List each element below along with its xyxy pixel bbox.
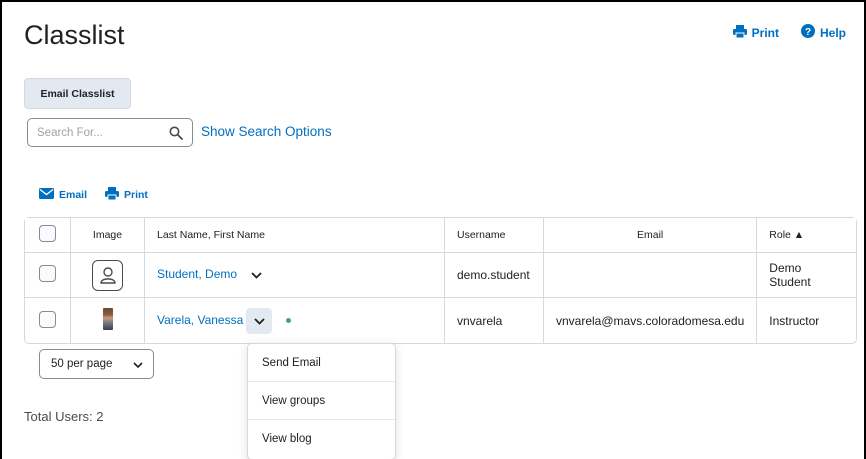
default-user-icon [92, 259, 123, 291]
chevron-down-icon [254, 314, 265, 328]
total-users: Total Users: 2 [24, 409, 104, 424]
header-name[interactable]: Last Name, First Name [145, 218, 445, 253]
row-role-cell: Instructor [769, 313, 820, 328]
classlist-table: Image Last Name, First Name Username Ema… [24, 217, 857, 344]
show-search-options-link[interactable]: Show Search Options [201, 124, 332, 139]
online-status-indicator [286, 318, 292, 323]
header-image: Image [71, 218, 145, 253]
table-row: Student, Demo demo.student Demo Student [25, 253, 856, 298]
table-row: Varela, Vanessa vnvarela vnvarela@mavs.c… [25, 298, 856, 343]
row-check-cell [25, 253, 71, 298]
print-action-button[interactable]: Print [105, 187, 148, 203]
header-email[interactable]: Email [544, 218, 758, 253]
row-name-cell: Varela, Vanessa [145, 298, 445, 343]
row-name-cell: Student, Demo [145, 253, 445, 298]
search-input[interactable] [37, 126, 167, 139]
printer-icon [105, 187, 120, 203]
email-classlist-button[interactable]: Email Classlist [24, 78, 131, 109]
row-image-cell [71, 298, 145, 343]
menu-item-view-groups[interactable]: View groups [248, 382, 395, 420]
per-page-select[interactable]: 50 per page [39, 349, 154, 379]
search-box [27, 118, 193, 147]
header-role[interactable]: Role ▲ [757, 218, 856, 253]
page-title: Classlist [24, 20, 125, 50]
user-name-link[interactable]: Student, Demo [157, 267, 237, 281]
row-checkbox[interactable] [39, 265, 56, 282]
svg-text:?: ? [805, 27, 811, 38]
table-header-row: Image Last Name, First Name Username Ema… [25, 218, 856, 253]
top-actions: Print ? Help [732, 24, 846, 41]
search-icon[interactable] [169, 126, 183, 145]
list-actions: Email Print [39, 187, 148, 203]
printer-icon [732, 24, 747, 41]
user-menu-toggle[interactable] [243, 262, 269, 288]
help-label: Help [819, 25, 846, 40]
per-page-value: 50 per page [51, 358, 113, 370]
row-username-cell: demo.student [445, 253, 544, 298]
select-all-checkbox[interactable] [39, 225, 56, 242]
row-check-cell [25, 298, 71, 343]
top-print-button[interactable]: Print [732, 24, 779, 41]
envelope-icon [39, 188, 54, 202]
row-email-cell [544, 253, 758, 298]
help-button[interactable]: ? Help [800, 24, 846, 41]
select-all-cell [25, 218, 71, 253]
header-username[interactable]: Username [445, 218, 544, 253]
row-checkbox[interactable] [39, 310, 56, 328]
help-icon: ? [800, 24, 815, 41]
row-email-cell: vnvarela@mavs.coloradomesa.edu [544, 298, 758, 343]
menu-item-send-email[interactable]: Send Email [248, 344, 395, 382]
email-action-button[interactable]: Email [39, 187, 87, 203]
user-menu-toggle[interactable] [246, 307, 273, 334]
user-context-menu: Send Email View groups View blog [247, 343, 396, 459]
menu-item-view-blog[interactable]: View blog [248, 420, 395, 458]
row-username-cell: vnvarela [445, 298, 544, 343]
email-action-label: Email [59, 189, 88, 201]
chevron-down-icon [133, 360, 143, 372]
row-role-cell: Demo Student [757, 253, 856, 298]
user-name-link[interactable]: Varela, Vanessa [157, 313, 243, 327]
user-photo [102, 308, 113, 330]
print-action-label: Print [124, 189, 148, 201]
chevron-down-icon [250, 268, 262, 282]
row-image-cell [71, 253, 145, 298]
top-print-label: Print [751, 25, 779, 40]
